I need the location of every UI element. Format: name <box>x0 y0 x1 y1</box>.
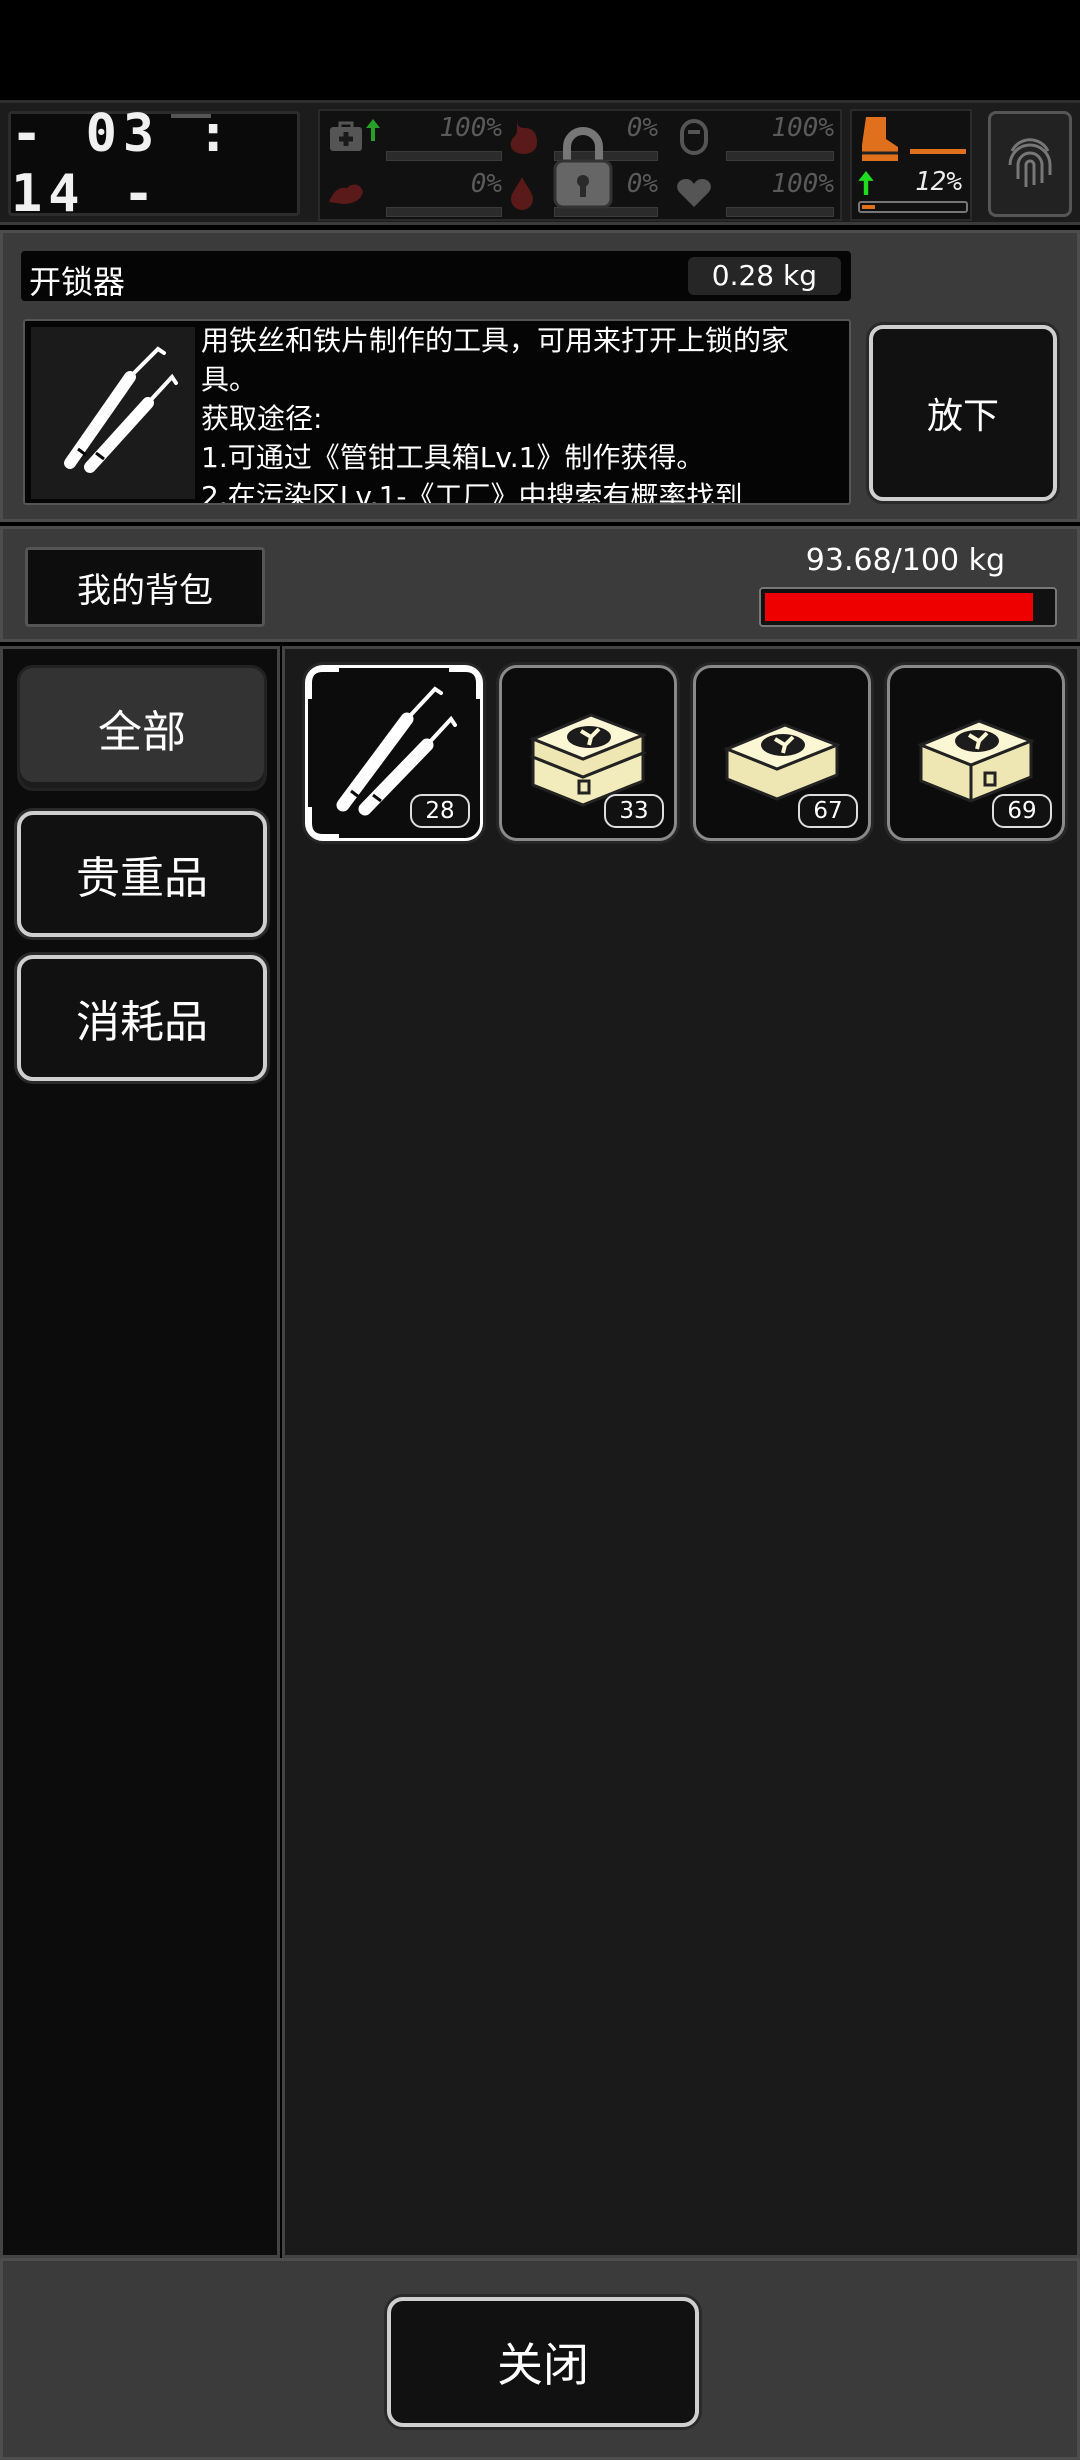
backpack-header: 我的背包 93.68/100 kg <box>0 526 1080 642</box>
clock-time: - 03 : 14 - <box>11 103 235 224</box>
item-description: 用铁丝和铁片制作的工具，可用来打开上锁的家 具。 获取途径: 1.可通过《管钳工… <box>201 321 849 505</box>
description-line: 用铁丝和铁片制作的工具，可用来打开上锁的家 <box>201 324 790 357</box>
item-info-box: 用铁丝和铁片制作的工具，可用来打开上锁的家 具。 获取途径: 1.可通过《管钳工… <box>23 319 851 505</box>
tab-all[interactable]: 全部 <box>17 665 267 791</box>
item-title-bar: 开锁器 0.28 kg <box>21 251 851 301</box>
stat-mood-bar <box>726 207 834 217</box>
boot-icon <box>862 117 898 161</box>
stat-armor-bar <box>726 151 834 161</box>
movement-dash <box>910 149 966 154</box>
inventory-slot-toolbox[interactable]: 33 <box>499 665 677 841</box>
slot-count: 69 <box>992 794 1052 828</box>
description-line: 具。 <box>201 363 258 396</box>
slot-count: 33 <box>604 794 664 828</box>
description-line: 获取途径: <box>201 402 323 435</box>
stat-stamina-bar <box>386 207 502 217</box>
tab-consumables[interactable]: 消耗品 <box>17 955 267 1081</box>
footer-bar: 关闭 <box>0 2258 1080 2460</box>
stat-mood-value: 100% <box>771 169 834 199</box>
status-hud: - 03 : 14 - 100% 0% 100% 0% 0% 100% 12% <box>0 100 1080 225</box>
backpack-weight: 93.68/100 kg <box>805 543 1005 578</box>
stat-food-value: 0% <box>626 113 658 143</box>
arrow-up-icon <box>366 119 380 141</box>
muscle-icon <box>324 171 368 215</box>
movement-panel: 12% <box>850 109 972 221</box>
backpack-title: 我的背包 <box>25 547 265 627</box>
game-clock: - 03 : 14 - <box>8 104 300 224</box>
description-line: 1.可通过《管钳工具箱Lv.1》制作获得。 <box>201 441 705 474</box>
description-line: 2.在污染区Lv.1-《工厂》中搜索有概率找到 <box>201 480 743 505</box>
slot-count: 67 <box>798 794 858 828</box>
stat-mood: 100% <box>672 169 838 219</box>
inventory-slot-lockpick[interactable]: 28 <box>305 665 483 841</box>
stat-stamina-value: 0% <box>470 169 502 199</box>
stat-health-bar <box>386 151 502 161</box>
stomach-icon <box>500 115 544 159</box>
clock-notch <box>171 114 211 118</box>
movement-bar-fill <box>862 205 875 209</box>
category-tabs: 全部 贵重品 消耗品 <box>0 646 280 2258</box>
water-drop-icon <box>500 171 544 215</box>
stat-armor: 100% <box>672 113 838 163</box>
stat-health-value: 100% <box>439 113 502 143</box>
slot-count: 28 <box>410 794 470 828</box>
item-name: 开锁器 <box>29 263 126 301</box>
movement-bar <box>858 201 968 213</box>
backpack-weight-fill <box>765 593 1033 621</box>
menu-button[interactable] <box>988 111 1072 217</box>
fingerprint-icon <box>1008 138 1052 187</box>
inventory-grid: 28 33 67 69 <box>282 646 1080 2258</box>
item-weight: 0.28 kg <box>687 257 841 295</box>
lockpick-icon <box>31 327 195 499</box>
padlock-icon[interactable] <box>550 123 616 211</box>
stat-health: 100% <box>324 113 506 163</box>
arrow-up-icon <box>858 171 874 195</box>
armor-icon <box>672 115 716 159</box>
stat-armor-value: 100% <box>771 113 834 143</box>
inventory-slot-toolbox[interactable]: 69 <box>887 665 1065 841</box>
inventory-slot-toolbox[interactable]: 67 <box>693 665 871 841</box>
heart-icon <box>672 171 716 215</box>
backpack-weight-bar <box>759 587 1057 627</box>
close-button[interactable]: 关闭 <box>387 2297 699 2427</box>
tab-valuables[interactable]: 贵重品 <box>17 811 267 937</box>
stat-water-value: 0% <box>626 169 658 199</box>
stats-panel: 100% 0% 100% 0% 0% 100% <box>318 109 842 221</box>
movement-value: 12% <box>915 167 962 197</box>
stat-stamina: 0% <box>324 169 506 219</box>
drop-button[interactable]: 放下 <box>869 325 1057 501</box>
item-detail-panel: 开锁器 0.28 kg 用铁丝和铁片制作的工具，可用来打开上锁的家 具。 获取途… <box>0 230 1080 522</box>
medkit-icon <box>324 115 368 159</box>
